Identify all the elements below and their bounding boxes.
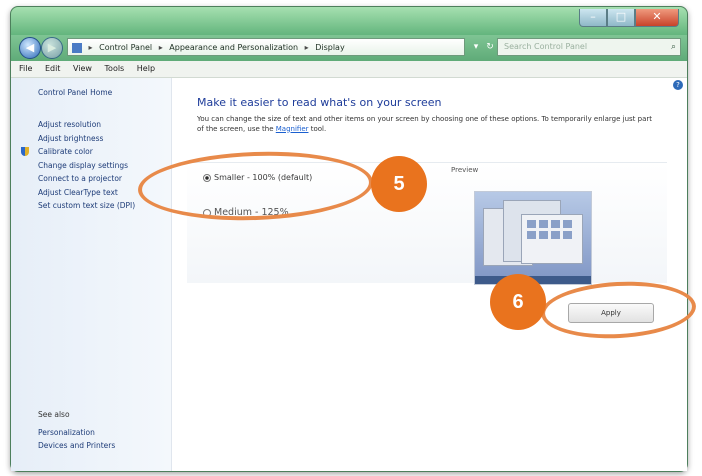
close-button[interactable]: ✕ (635, 9, 679, 27)
shield-icon (21, 147, 29, 156)
sidebar-task-list: Adjust resolution Adjust brightness Cali… (21, 118, 135, 213)
navigation-bar: ◀ ▶ ▸ Control Panel ▸ Appearance and Per… (11, 35, 687, 61)
sidebar-item-adjust-resolution[interactable]: Adjust resolution (38, 118, 135, 132)
description-tail: tool. (310, 124, 327, 133)
sidebar-item-label: Calibrate color (38, 147, 93, 156)
preview-label: Preview (451, 166, 479, 174)
menu-tools[interactable]: Tools (105, 64, 125, 73)
breadcrumb-control-panel[interactable]: Control Panel (99, 43, 152, 52)
preview-icons (527, 220, 572, 239)
control-panel-window: – □ ✕ ◀ ▶ ▸ Control Panel ▸ Appearance a… (10, 6, 688, 472)
see-also-heading: See also (38, 410, 70, 419)
sidebar-item-personalization[interactable]: Personalization (38, 426, 115, 439)
content-area: Control Panel Home Adjust resolution Adj… (11, 78, 687, 471)
sidebar-item-calibrate-color[interactable]: Calibrate color (21, 145, 135, 159)
breadcrumb-separator: ▸ (88, 43, 93, 52)
page-title: Make it easier to read what's on your sc… (197, 96, 442, 109)
step-badge-6: 6 (490, 274, 546, 330)
address-bar[interactable]: ▸ Control Panel ▸ Appearance and Persona… (67, 38, 465, 56)
main-panel: ? Make it easier to read what's on your … (183, 78, 687, 471)
forward-button[interactable]: ▶ (41, 37, 63, 59)
search-input[interactable]: Search Control Panel ⌕ (497, 38, 681, 56)
preview-image (474, 191, 592, 285)
search-icon[interactable]: ⌕ (671, 39, 676, 55)
menu-view[interactable]: View (73, 64, 92, 73)
menu-bar: File Edit View Tools Help (11, 61, 687, 78)
control-panel-icon (72, 42, 82, 53)
maximize-button[interactable]: □ (607, 9, 635, 27)
sidebar: Control Panel Home Adjust resolution Adj… (11, 78, 172, 471)
minimize-button[interactable]: – (579, 9, 607, 27)
sidebar-item-adjust-cleartype[interactable]: Adjust ClearType text (38, 186, 135, 200)
address-dropdown-icon[interactable]: ▾ (469, 38, 483, 56)
step-badge-5: 5 (371, 156, 427, 212)
breadcrumb-display[interactable]: Display (315, 43, 345, 52)
see-also-list: Personalization Devices and Printers (38, 426, 115, 452)
help-icon[interactable]: ? (673, 80, 683, 90)
sidebar-item-adjust-brightness[interactable]: Adjust brightness (38, 132, 135, 146)
breadcrumb-separator: ▸ (304, 43, 309, 52)
refresh-icon[interactable]: ↻ (483, 38, 497, 56)
sidebar-item-custom-text-size[interactable]: Set custom text size (DPI) (38, 199, 135, 213)
menu-edit[interactable]: Edit (45, 64, 61, 73)
sidebar-item-change-display-settings[interactable]: Change display settings (38, 159, 135, 173)
title-bar[interactable]: – □ ✕ (11, 7, 687, 35)
back-button[interactable]: ◀ (19, 37, 41, 59)
menu-file[interactable]: File (19, 64, 32, 73)
breadcrumb-separator: ▸ (158, 43, 163, 52)
breadcrumb-appearance[interactable]: Appearance and Personalization (169, 43, 298, 52)
address-tools: ▾ ↻ (469, 38, 497, 56)
sidebar-home-link[interactable]: Control Panel Home (38, 88, 112, 97)
sidebar-item-devices-printers[interactable]: Devices and Printers (38, 439, 115, 452)
window-controls: – □ ✕ (579, 9, 679, 27)
description-text: You can change the size of text and othe… (197, 115, 652, 133)
menu-help[interactable]: Help (137, 64, 155, 73)
sidebar-item-connect-projector[interactable]: Connect to a projector (38, 172, 135, 186)
page-description: You can change the size of text and othe… (197, 115, 657, 134)
magnifier-link[interactable]: Magnifier (276, 125, 309, 133)
search-placeholder: Search Control Panel (504, 42, 588, 51)
